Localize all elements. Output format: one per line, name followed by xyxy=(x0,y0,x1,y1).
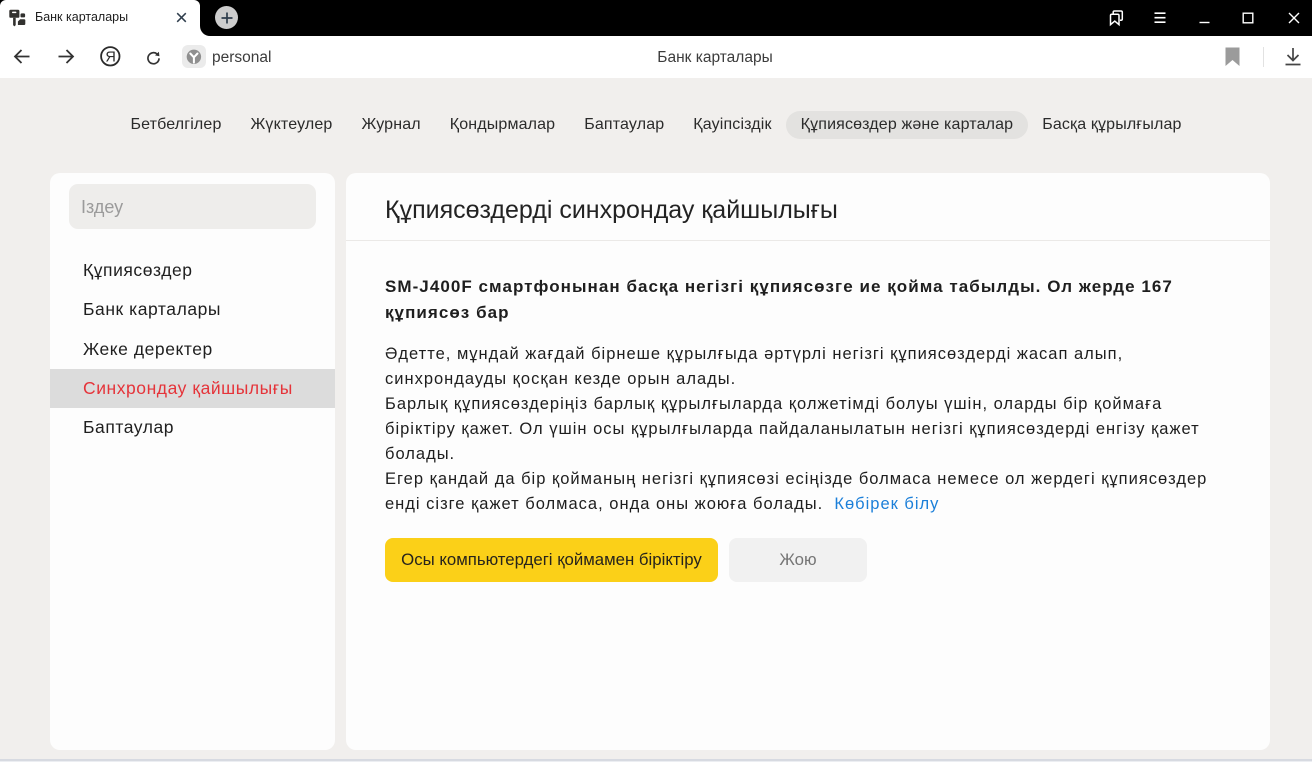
svg-text:Я: Я xyxy=(105,49,115,65)
